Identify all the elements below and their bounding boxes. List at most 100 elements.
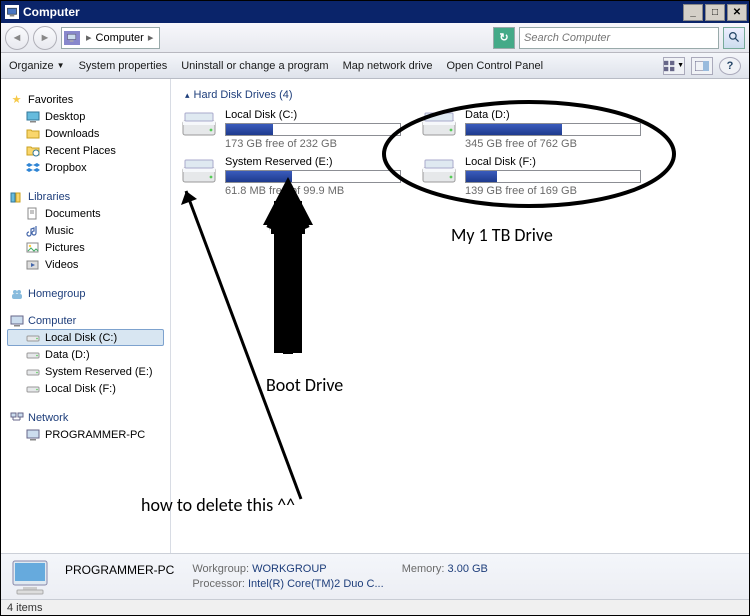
drive-name: Data (D:) <box>465 109 641 121</box>
memory-label: Memory: <box>402 563 445 575</box>
sidebar-item-recent[interactable]: Recent Places <box>7 142 164 159</box>
minimize-button[interactable]: _ <box>683 4 703 21</box>
window-title: Computer <box>23 5 683 19</box>
computer-icon <box>5 5 19 19</box>
sidebar-item-local-c[interactable]: Local Disk (C:) <box>7 329 164 346</box>
breadcrumb[interactable]: ▸ Computer ▸ <box>61 27 160 49</box>
drive-local-f[interactable]: Local Disk (F:) 139 GB free of 169 GB <box>421 156 641 197</box>
dropbox-icon <box>25 161 40 174</box>
open-control-panel-button[interactable]: Open Control Panel <box>446 60 543 72</box>
details-name: PROGRAMMER-PC <box>65 563 174 577</box>
search-box[interactable] <box>519 27 719 49</box>
processor-value: Intel(R) Core(TM)2 Duo C... <box>248 578 384 590</box>
breadcrumb-label: Computer <box>96 32 144 44</box>
network-icon <box>9 411 24 424</box>
status-bar: 4 items <box>1 599 749 615</box>
command-bar: Organize ▼ System properties Uninstall o… <box>1 53 749 79</box>
star-icon: ★ <box>9 93 24 106</box>
search-button[interactable] <box>723 27 745 49</box>
group-header[interactable]: ▴ Hard Disk Drives (4) <box>181 85 739 109</box>
computer-icon <box>25 428 40 441</box>
usage-bar <box>465 170 641 183</box>
usage-bar <box>225 170 401 183</box>
chevron-down-icon: ▼ <box>57 61 65 70</box>
sidebar: ★ Favorites Desktop Downloads Recent Pla… <box>1 79 171 553</box>
documents-icon <box>25 207 40 220</box>
organize-button[interactable]: Organize ▼ <box>9 60 65 72</box>
sidebar-item-data-d[interactable]: Data (D:) <box>7 346 164 363</box>
preview-pane-button[interactable] <box>691 57 713 75</box>
favorites-header[interactable]: ★ Favorites <box>9 93 164 106</box>
sidebar-item-videos[interactable]: Videos <box>7 256 164 273</box>
libraries-header[interactable]: Libraries <box>9 190 164 203</box>
pictures-icon <box>25 241 40 254</box>
drive-sysres-e[interactable]: System Reserved (E:) 61.8 MB free of 99.… <box>181 156 401 197</box>
homegroup-header[interactable]: Homegroup <box>9 287 164 300</box>
sidebar-item-local-f[interactable]: Local Disk (F:) <box>7 380 164 397</box>
close-button[interactable]: ✕ <box>727 4 747 21</box>
desktop-icon <box>25 110 40 123</box>
computer-icon <box>9 314 24 327</box>
drive-local-c[interactable]: Local Disk (C:) 173 GB free of 232 GB <box>181 109 401 150</box>
uninstall-button[interactable]: Uninstall or change a program <box>181 60 328 72</box>
chevron-icon: ▸ <box>144 31 158 44</box>
search-input[interactable] <box>520 32 718 44</box>
drive-name: System Reserved (E:) <box>225 156 401 168</box>
sidebar-item-dropbox[interactable]: Dropbox <box>7 159 164 176</box>
drive-name: Local Disk (F:) <box>465 156 641 168</box>
folder-icon <box>25 127 40 140</box>
drive-free-text: 139 GB free of 169 GB <box>465 185 641 197</box>
music-icon <box>25 224 40 237</box>
homegroup-icon <box>9 287 24 300</box>
drive-icon <box>25 382 40 395</box>
collapse-icon: ▴ <box>185 90 190 101</box>
recent-icon <box>25 144 40 157</box>
drive-data-d[interactable]: Data (D:) 345 GB free of 762 GB <box>421 109 641 150</box>
back-button[interactable]: ◄ <box>5 26 29 50</box>
drive-icon <box>421 156 457 188</box>
drive-name: Local Disk (C:) <box>225 109 401 121</box>
status-text: 4 items <box>7 602 42 614</box>
refresh-button[interactable]: ↻ <box>493 27 515 49</box>
chevron-down-icon: ▼ <box>677 62 684 69</box>
map-network-drive-button[interactable]: Map network drive <box>343 60 433 72</box>
sidebar-item-sysres-e[interactable]: System Reserved (E:) <box>7 363 164 380</box>
computer-header[interactable]: Computer <box>9 314 164 327</box>
sidebar-item-programmer-pc[interactable]: PROGRAMMER-PC <box>7 426 164 443</box>
sidebar-item-music[interactable]: Music <box>7 222 164 239</box>
navbar: ◄ ► ▸ Computer ▸ ↻ <box>1 23 749 53</box>
drive-icon <box>421 109 457 141</box>
workgroup-value: WORKGROUP <box>252 563 327 575</box>
titlebar: Computer _ □ ✕ <box>1 1 749 23</box>
content-area: ▴ Hard Disk Drives (4) Local Disk (C:) 1… <box>171 79 749 553</box>
memory-value: 3.00 GB <box>448 563 488 575</box>
usage-bar <box>465 123 641 136</box>
annotation-my-1tb: My 1 TB Drive <box>451 224 553 246</box>
details-pane: PROGRAMMER-PC Workgroup: WORKGROUP Memor… <box>1 553 749 599</box>
processor-label: Processor: <box>192 578 245 590</box>
help-button[interactable]: ? <box>719 57 741 75</box>
sidebar-item-documents[interactable]: Documents <box>7 205 164 222</box>
usage-bar <box>225 123 401 136</box>
sidebar-item-downloads[interactable]: Downloads <box>7 125 164 142</box>
maximize-button[interactable]: □ <box>705 4 725 21</box>
drive-icon <box>25 331 40 344</box>
drive-icon <box>25 348 40 361</box>
forward-button[interactable]: ► <box>33 26 57 50</box>
drive-free-text: 61.8 MB free of 99.9 MB <box>225 185 401 197</box>
sidebar-item-pictures[interactable]: Pictures <box>7 239 164 256</box>
drive-icon <box>181 109 217 141</box>
drive-free-text: 173 GB free of 232 GB <box>225 138 401 150</box>
videos-icon <box>25 258 40 271</box>
system-properties-button[interactable]: System properties <box>79 60 168 72</box>
network-header[interactable]: Network <box>9 411 164 424</box>
drive-free-text: 345 GB free of 762 GB <box>465 138 641 150</box>
annotation-boot-drive: Boot Drive <box>266 374 343 396</box>
libraries-icon <box>9 190 24 203</box>
view-mode-button[interactable]: ▼ <box>663 57 685 75</box>
computer-icon <box>64 31 80 45</box>
chevron-icon: ▸ <box>82 31 96 44</box>
computer-icon <box>9 557 55 597</box>
sidebar-item-desktop[interactable]: Desktop <box>7 108 164 125</box>
drive-icon <box>181 156 217 188</box>
